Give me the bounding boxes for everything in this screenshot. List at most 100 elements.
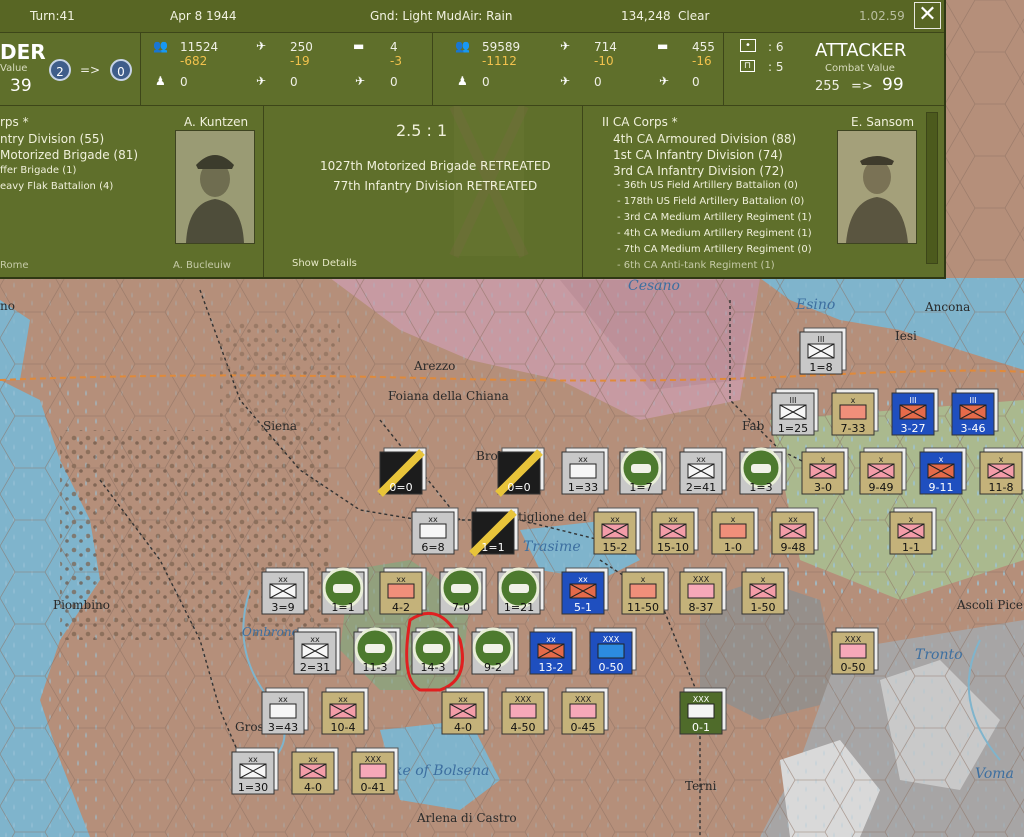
unit-counter[interactable]: III 3-46 [951,388,999,436]
attacker-tanks: 455 [692,40,715,54]
unit-size-label: XXX [515,695,532,704]
defender-men-b: 0 [180,75,188,89]
unit-counter[interactable]: x 11-8 [979,447,1024,495]
unit-strength-label: 1=30 [238,781,268,794]
unit-size-label: XXX [575,695,592,704]
unit-counter[interactable]: XXX 4-50 [501,687,549,735]
unit-counter[interactable]: III 1=8 [799,327,847,375]
attacker-combat-label: Combat Value [825,63,895,74]
unit-counter[interactable]: 1=1 [469,507,519,557]
attacker-value-arrow: => [851,79,873,94]
attacker-unit: 3rd CA Infantry Division (72) [613,164,785,178]
unit-strength-label: 4-2 [392,601,410,614]
unit-counter[interactable]: xx 1=30 [231,747,279,795]
unit-counter[interactable]: XXX 0-50 [831,627,879,675]
unit-counter[interactable]: XXX 0-1 [679,687,727,735]
unit-counter[interactable]: xx 9-48 [771,507,819,555]
unit-counter[interactable]: 1=21 [497,567,545,615]
unit-counter[interactable]: xx 3=43 [261,687,309,735]
unit-counter[interactable]: x 9-11 [919,447,967,495]
modifier-icon-1: • [740,39,756,52]
unit-counter[interactable]: XXX 0-50 [589,627,637,675]
men-icon: 👥 [455,39,470,53]
show-details-link[interactable]: Show Details [292,258,357,269]
unit-counter[interactable]: x 3-0 [801,447,849,495]
unit-counter[interactable]: xx 15-2 [593,507,641,555]
hq-icon [509,703,537,719]
unit-counter[interactable]: xx 10-4 [321,687,369,735]
attacker-units-panel: II CA Corps * E. Sansom 4th CA Armoured … [583,106,943,277]
unit-size-label: x [939,455,944,464]
unit-counter[interactable]: 0=0 [377,447,427,497]
unit-counter[interactable]: III 3-27 [891,388,939,436]
attacker-value-from: 255 [815,79,840,94]
defender-unit: ffer Brigade (1) [0,165,77,176]
unit-counter[interactable]: xx 2=31 [293,627,341,675]
attacker-value-to: 99 [882,75,904,95]
unit-strength-label: 3-27 [901,422,926,435]
modifier-icon-2: ⊓ [740,60,756,72]
unit-counter[interactable]: 11-3 [353,627,401,675]
unit-strength-label: 7-0 [452,601,470,614]
combat-result-center: 2.5 : 1 1027th Motorized Brigade RETREAT… [264,106,583,277]
unit-counter[interactable]: xx 1=33 [561,447,609,495]
unit-strength-label: 7-33 [841,422,866,435]
defender-aircraft-b: 0 [290,75,298,89]
unit-counter[interactable]: x 9-49 [859,447,907,495]
unit-size-label: x [821,455,826,464]
map-place-label: ke of Bolsena [394,763,489,779]
defender-combat-value: 39 [10,76,32,96]
close-button[interactable]: ✕ [914,2,941,29]
map-place-label: Tronto [915,647,963,663]
unit-strength-label: 2=41 [686,481,716,494]
unit-counter[interactable]: xx 4-2 [379,567,427,615]
map-place-label: Siena [263,419,297,433]
defender-tanks-loss: -3 [390,54,402,68]
unit-counter[interactable]: 14-3 [411,627,459,675]
defender-aircraft-loss: -19 [290,54,310,68]
unit-counter[interactable]: xx 15-10 [651,507,699,555]
map-place-label: Ascoli Pice [956,598,1023,612]
unit-counter[interactable]: XXX 8-37 [679,567,727,615]
map-place-label: Voma [975,766,1014,782]
defender-bottom: Rome [0,260,29,271]
unit-counter[interactable]: x 1-0 [711,507,759,555]
unit-counter[interactable]: xx 6=8 [411,507,459,555]
unit-icon: ♟ [155,74,166,88]
unit-counter[interactable]: x 1-1 [889,507,937,555]
unit-strength-label: 0-45 [571,721,596,734]
unit-counter[interactable]: XXX 0-41 [351,747,399,795]
attacker-subunit: - 6th CA Anti-tank Regiment (1) [617,260,775,271]
unit-counter[interactable]: 1=3 [739,447,787,495]
unit-size-label: XXX [693,695,710,704]
unit-counter[interactable]: 9-2 [471,627,519,675]
unit-counter[interactable]: xx 4-0 [291,747,339,795]
unit-counter[interactable]: xx 3=9 [261,567,309,615]
unit-counter[interactable]: 7-0 [439,567,487,615]
unit-strength-label: 1=33 [568,481,598,494]
unit-counter[interactable]: xx 2=41 [679,447,727,495]
unit-strength-label: 4-0 [304,781,322,794]
unit-strength-label: 0=0 [507,481,530,494]
unit-counter[interactable]: x 11-50 [621,567,669,615]
unit-size-label: xx [308,755,318,764]
unit-counter[interactable]: x 1-50 [741,567,789,615]
units-scrollbar[interactable] [926,112,938,264]
unit-strength-label: 1-50 [751,601,776,614]
defender-men-loss: -682 [180,54,208,68]
defender-aircraft: 250 [290,40,313,54]
unit-strength-label: 10-4 [331,721,356,734]
unit-counter[interactable]: xx 13-2 [529,627,577,675]
unit-size-label: x [641,575,646,584]
unit-counter[interactable]: xx 4-0 [441,687,489,735]
unit-counter[interactable]: XXX 0-45 [561,687,609,735]
attacker-subunit: - 7th CA Medium Artillery Regiment (0) [617,244,812,255]
unit-counter[interactable]: 1=7 [619,447,667,495]
unit-counter[interactable]: III 1=25 [771,388,819,436]
unit-counter[interactable]: 0=0 [495,447,545,497]
defender-commander: A. Kuntzen [184,115,249,129]
unit-counter[interactable]: xx 5-1 [561,567,609,615]
unit-counter[interactable]: 1=1 [321,567,369,615]
unit-counter[interactable]: x 7-33 [831,388,879,436]
defender-tanks: 4 [390,40,398,54]
